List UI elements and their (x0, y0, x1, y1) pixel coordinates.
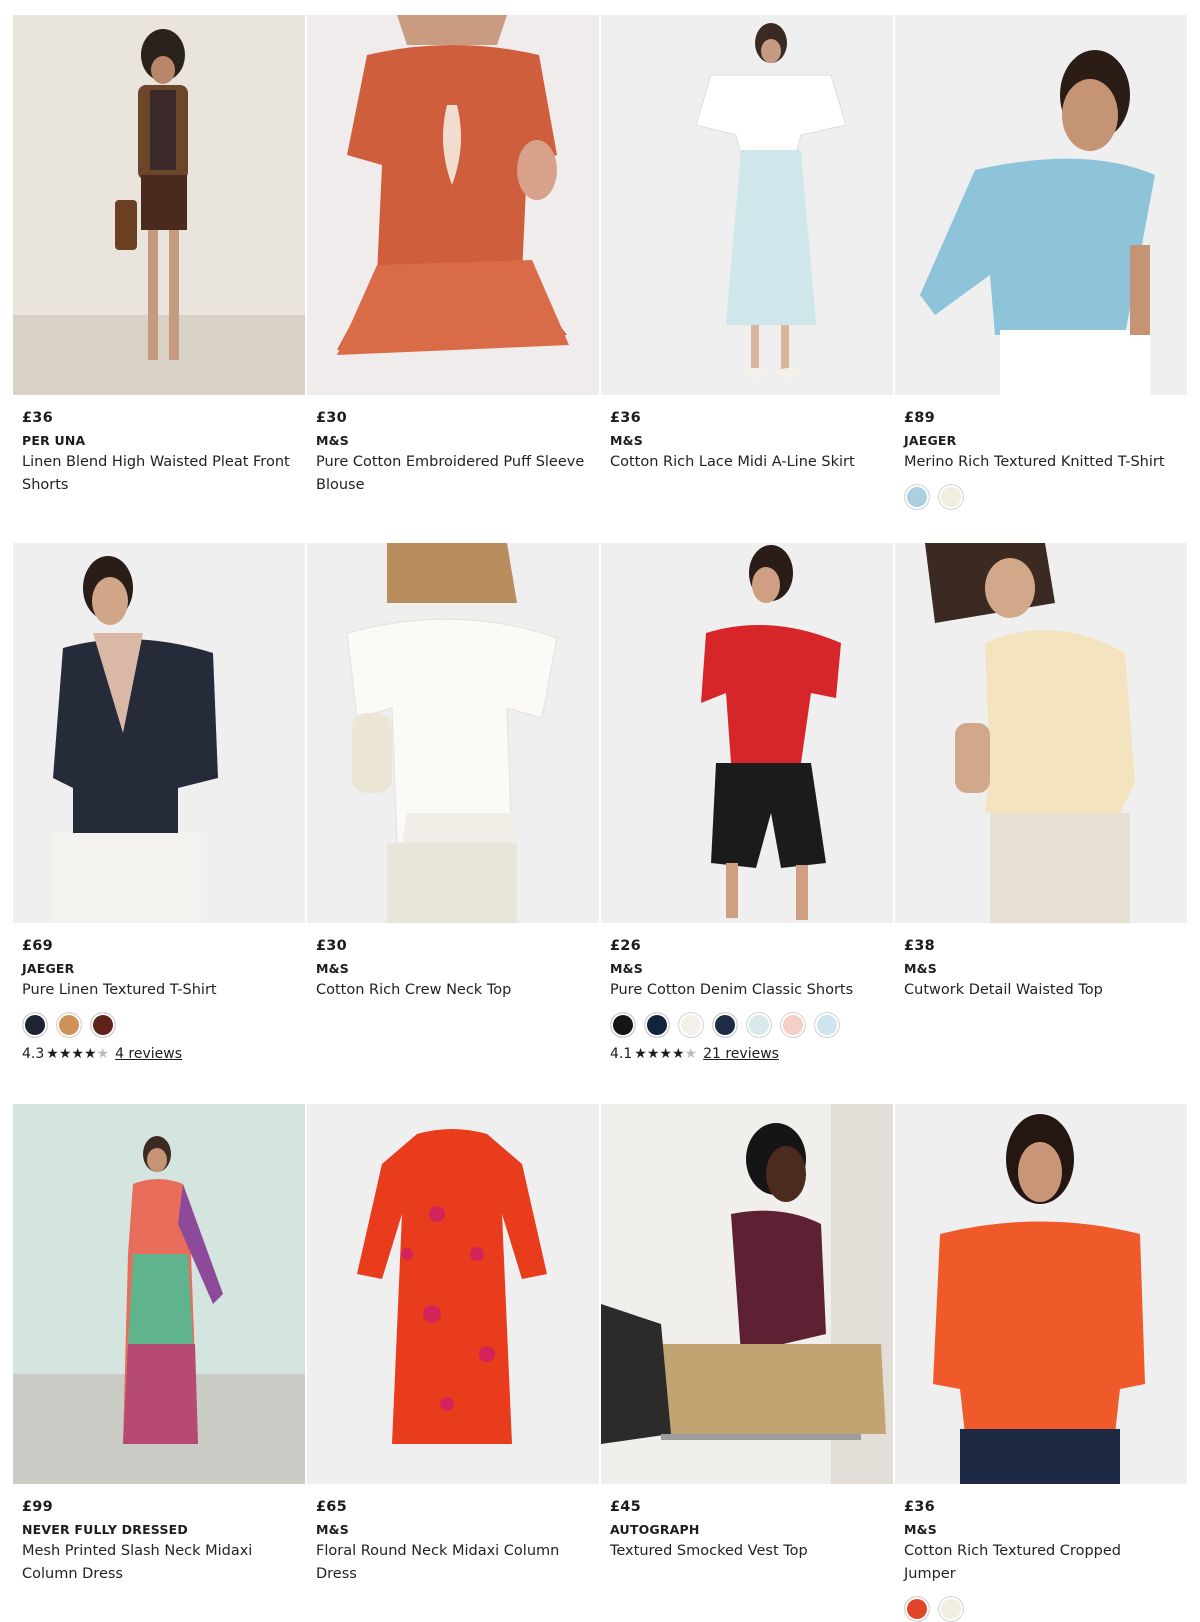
colour-swatch[interactable] (56, 1012, 82, 1038)
product-image[interactable] (895, 1104, 1187, 1484)
product-grid-row-2: £69 JAEGER Pure Linen Textured T-Shirt 4… (13, 543, 1189, 1062)
product-brand: M&S (904, 961, 937, 976)
product-card[interactable]: £69 JAEGER Pure Linen Textured T-Shirt 4… (13, 543, 305, 1062)
product-name[interactable]: Pure Cotton Embroidered Puff Sleeve Blou… (316, 451, 588, 497)
product-brand: M&S (610, 433, 643, 448)
reviews-link[interactable]: 4 reviews (115, 1046, 182, 1062)
product-image[interactable] (601, 15, 893, 395)
star-icon: ★ (684, 1046, 698, 1062)
colour-swatch[interactable] (904, 1596, 930, 1622)
star-icon: ★ (671, 1046, 685, 1062)
star-icon: ★ (96, 1046, 110, 1062)
product-card[interactable]: £36 M&S Cotton Rich Lace Midi A-Line Ski… (601, 15, 893, 510)
colour-swatch[interactable] (780, 1012, 806, 1038)
product-card[interactable]: £30 M&S Pure Cotton Embroidered Puff Sle… (307, 15, 599, 510)
product-image[interactable] (895, 15, 1187, 395)
product-card[interactable]: £45 AUTOGRAPH Textured Smocked Vest Top (601, 1104, 893, 1622)
product-card[interactable]: £36 PER UNA Linen Blend High Waisted Ple… (13, 15, 305, 510)
product-brand: NEVER FULLY DRESSED (22, 1522, 188, 1537)
product-name[interactable]: Pure Linen Textured T-Shirt (22, 979, 294, 1002)
product-price: £89 (904, 410, 935, 426)
product-image[interactable] (13, 15, 305, 395)
colour-swatch[interactable] (938, 484, 964, 510)
colour-swatch[interactable] (90, 1012, 116, 1038)
product-brand: M&S (610, 961, 643, 976)
product-name[interactable]: Cotton Rich Lace Midi A-Line Skirt (610, 451, 882, 474)
star-icon: ★ (659, 1046, 672, 1062)
colour-swatch[interactable] (746, 1012, 772, 1038)
reviews-link[interactable]: 21 reviews (703, 1046, 779, 1062)
star-icon: ★ (46, 1046, 59, 1062)
rating-score: 4.1 (610, 1046, 633, 1062)
colour-swatch[interactable] (610, 1012, 636, 1038)
star-icon: ★ (634, 1046, 647, 1062)
product-price: £26 (610, 938, 641, 954)
product-card[interactable]: £36 M&S Cotton Rich Textured Cropped Jum… (895, 1104, 1187, 1622)
product-image[interactable] (601, 1104, 893, 1484)
product-brand: PER UNA (22, 433, 86, 448)
colour-swatch[interactable] (904, 484, 930, 510)
product-rating: 4.3 ★ ★ ★ ★ ★ 4 reviews (22, 1046, 305, 1062)
product-name[interactable]: Pure Cotton Denim Classic Shorts (610, 979, 882, 1002)
colour-swatch[interactable] (22, 1012, 48, 1038)
product-name[interactable]: Merino Rich Textured Knitted T-Shirt (904, 451, 1176, 474)
product-grid-row-1: £36 PER UNA Linen Blend High Waisted Ple… (13, 15, 1189, 510)
product-brand: M&S (316, 433, 349, 448)
rating-stars: ★ ★ ★ ★ ★ (46, 1047, 109, 1061)
product-price: £36 (22, 410, 53, 426)
product-name[interactable]: Cutwork Detail Waisted Top (904, 979, 1176, 1002)
product-brand: JAEGER (22, 961, 75, 976)
product-card[interactable]: £38 M&S Cutwork Detail Waisted Top (895, 543, 1187, 1062)
product-card[interactable]: £89 JAEGER Merino Rich Textured Knitted … (895, 15, 1187, 510)
product-price: £30 (316, 410, 347, 426)
colour-swatches (904, 484, 1187, 510)
product-price: £36 (904, 1499, 935, 1515)
star-icon: ★ (646, 1046, 660, 1062)
product-price: £36 (610, 410, 641, 426)
product-price: £45 (610, 1499, 641, 1515)
product-price: £30 (316, 938, 347, 954)
product-price: £38 (904, 938, 935, 954)
product-card[interactable]: £26 M&S Pure Cotton Denim Classic Shorts… (601, 543, 893, 1062)
rating-stars: ★ ★ ★ ★ ★ (634, 1047, 697, 1061)
product-rating: 4.1 ★ ★ ★ ★ ★ 21 reviews (610, 1046, 893, 1062)
colour-swatch[interactable] (678, 1012, 704, 1038)
product-card[interactable]: £30 M&S Cotton Rich Crew Neck Top (307, 543, 599, 1062)
product-brand: M&S (316, 961, 349, 976)
product-price: £99 (22, 1499, 53, 1515)
product-price: £69 (22, 938, 53, 954)
product-image[interactable] (307, 543, 599, 923)
product-price: £65 (316, 1499, 347, 1515)
product-name[interactable]: Cotton Rich Textured Cropped Jumper (904, 1540, 1176, 1586)
product-image[interactable] (601, 543, 893, 923)
product-name[interactable]: Mesh Printed Slash Neck Midaxi Column Dr… (22, 1540, 294, 1586)
product-image[interactable] (13, 1104, 305, 1484)
colour-swatches (904, 1596, 1187, 1622)
product-image[interactable] (13, 543, 305, 923)
product-name[interactable]: Cotton Rich Crew Neck Top (316, 979, 588, 1002)
colour-swatch[interactable] (938, 1596, 964, 1622)
colour-swatch[interactable] (814, 1012, 840, 1038)
product-name[interactable]: Linen Blend High Waisted Pleat Front Sho… (22, 451, 294, 497)
rating-score: 4.3 (22, 1046, 45, 1062)
product-image[interactable] (307, 15, 599, 395)
product-grid-row-3: £99 NEVER FULLY DRESSED Mesh Printed Sla… (13, 1104, 1189, 1622)
star-icon: ★ (58, 1046, 72, 1062)
star-icon: ★ (71, 1046, 84, 1062)
colour-swatch[interactable] (644, 1012, 670, 1038)
colour-swatch[interactable] (712, 1012, 738, 1038)
product-image[interactable] (307, 1104, 599, 1484)
product-name[interactable]: Textured Smocked Vest Top (610, 1540, 882, 1563)
colour-swatches (22, 1012, 305, 1038)
product-brand: AUTOGRAPH (610, 1522, 700, 1537)
product-brand: M&S (316, 1522, 349, 1537)
product-name[interactable]: Floral Round Neck Midaxi Column Dress (316, 1540, 588, 1586)
product-card[interactable]: £65 M&S Floral Round Neck Midaxi Column … (307, 1104, 599, 1622)
colour-swatches (610, 1012, 893, 1038)
product-brand: JAEGER (904, 433, 957, 448)
product-image[interactable] (895, 543, 1187, 923)
product-brand: M&S (904, 1522, 937, 1537)
star-icon: ★ (83, 1046, 97, 1062)
product-card[interactable]: £99 NEVER FULLY DRESSED Mesh Printed Sla… (13, 1104, 305, 1622)
